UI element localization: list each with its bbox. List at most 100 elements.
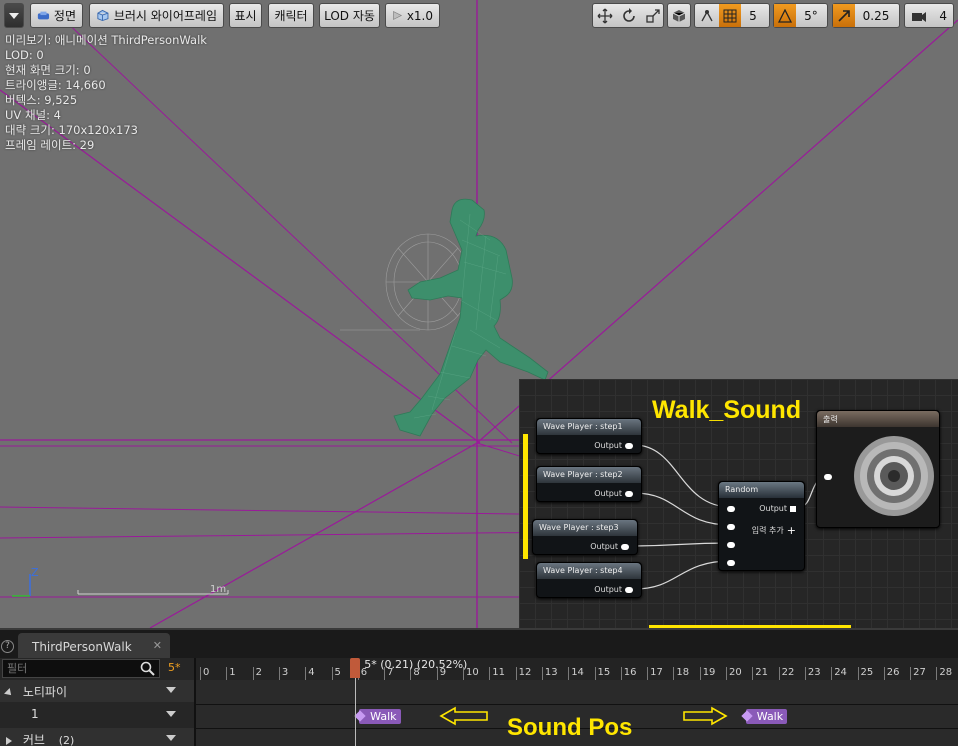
wave-player-node[interactable]: Wave Player : step1 Output [536, 418, 642, 454]
arrow-left-icon [439, 706, 488, 726]
close-icon[interactable]: ✕ [153, 639, 162, 652]
dropdown-arrow-icon[interactable] [166, 711, 176, 717]
pin-icon [621, 543, 629, 550]
scale-snap-dropdown[interactable]: 0.25 [855, 4, 897, 27]
front-view-button[interactable]: 정면 [30, 3, 83, 28]
input-pin-icon[interactable] [727, 542, 735, 548]
notify-track-row[interactable]: 1 [0, 704, 194, 726]
input-pin-icon[interactable] [727, 506, 735, 512]
ruler-label: 20 [729, 667, 742, 678]
ruler-label: 14 [571, 667, 584, 678]
output-pin-label: Output [594, 441, 622, 450]
ruler-tick [804, 667, 806, 680]
node-output-pin[interactable]: Output [590, 542, 629, 551]
scale-arrow-icon [838, 9, 850, 22]
add-input-pin[interactable]: 입력 추가 + [752, 524, 796, 537]
graph-annotation-title: Walk_Sound [652, 396, 802, 424]
input-pin-icon[interactable] [727, 524, 735, 530]
character-menu-button[interactable]: 캐릭터 [268, 3, 314, 28]
output-node[interactable]: 출력 [816, 410, 940, 528]
wave-player-node[interactable]: Wave Player : step4 Output [536, 562, 642, 598]
ruler-tick [857, 667, 859, 680]
ruler-tick [752, 667, 754, 680]
node-output-pin[interactable]: Output [594, 585, 633, 594]
notify-marker[interactable]: Walk [745, 709, 788, 724]
ruler-tick [726, 667, 727, 680]
curves-count: (2) [58, 734, 75, 746]
ruler-label: 22 [781, 667, 795, 678]
ruler-label: 18 [676, 667, 690, 678]
node-title: Random [719, 482, 804, 498]
ruler-label: 1 [229, 667, 236, 678]
sound-pos-annotation: Sound Pos [507, 714, 633, 741]
ruler-label: 27 [913, 667, 926, 678]
ruler-tick [647, 667, 649, 680]
camera-speed-button[interactable]: 4 [904, 3, 954, 28]
rotate-tool[interactable] [617, 4, 641, 27]
coordinate-system-button[interactable] [667, 3, 691, 28]
ruler-label: 13 [544, 667, 558, 678]
tab-third-person-walk[interactable]: ThirdPersonWalk ✕ [18, 633, 170, 660]
cube-icon [672, 9, 686, 22]
node-output-pin[interactable]: Output [594, 441, 633, 450]
ruler-tick [331, 667, 333, 680]
translate-icon [597, 8, 613, 23]
add-input-label: 입력 추가 [751, 526, 784, 535]
random-output-pin[interactable]: Output [759, 504, 796, 513]
stat-line: 버텍스: 9,525 [5, 93, 78, 107]
scale-snap-group: 0.25 [832, 3, 900, 28]
ruler-tick [936, 667, 938, 680]
notifies-track-header[interactable]: 노티파이 [0, 680, 194, 702]
input-pin-icon[interactable] [824, 474, 832, 480]
stat-line: LOD: 0 [5, 48, 44, 62]
wave-player-node[interactable]: Wave Player : step3 Output [532, 519, 638, 555]
transform-tools-group [592, 3, 664, 28]
ruler-label: 23 [807, 667, 821, 678]
grid-snap-toggle[interactable] [719, 4, 741, 27]
node-output-pin[interactable]: Output [594, 489, 633, 498]
rotation-snap-dropdown[interactable]: 5° [796, 4, 826, 27]
help-icon[interactable]: ? [1, 640, 14, 653]
output-pin-label: Output [590, 542, 618, 551]
show-menu-button[interactable]: 표시 [229, 3, 262, 28]
filter-input[interactable] [2, 659, 160, 678]
translate-tool[interactable] [593, 4, 617, 27]
notify-marker[interactable]: Walk [359, 709, 401, 724]
frame-ruler[interactable]: 0 1 2 3 4 5 6 7 8 9 10 11 12 13 14 15 16 17 18 19 20 21 22 23 24… [196, 658, 958, 680]
ruler-label: 12 [518, 667, 532, 678]
ruler-label: 2 [255, 667, 262, 678]
curves-track-header[interactable]: 커브 (2) [0, 728, 194, 746]
collapse-triangle-icon [6, 737, 12, 745]
ruler-label: 15 [597, 667, 611, 678]
scale-tool[interactable] [641, 4, 665, 27]
playhead-marker[interactable] [350, 658, 361, 678]
camera-speed-value: 4 [939, 8, 947, 23]
grid-size-value: 5 [749, 8, 757, 23]
brush-wireframe-button[interactable]: 브러시 와이어프레임 [89, 3, 224, 28]
grid-size-dropdown[interactable]: 5 [741, 4, 765, 27]
ruler-label: 28 [939, 667, 953, 678]
playback-speed-button[interactable]: x1.0 [385, 3, 440, 28]
surface-snap-toggle[interactable] [695, 4, 719, 27]
stat-line: 미리보기: 애니메이션 ThirdPersonWalk [5, 33, 207, 47]
ruler-label: 10 [466, 667, 479, 678]
current-frame-badge: 5* [168, 661, 181, 674]
dropdown-arrow-icon[interactable] [166, 735, 176, 741]
scale-snap-toggle[interactable] [833, 4, 855, 27]
viewport-options-button[interactable] [4, 3, 24, 28]
sound-cue-graph[interactable]: Walk_Sound Wave Player : step1 Output Wa… [519, 379, 958, 628]
surface-snap-icon [701, 9, 713, 21]
input-pin-icon[interactable] [727, 560, 735, 566]
grid-snap-group: 5 [694, 3, 770, 28]
timeline-track-area[interactable]: 0 1 2 3 4 5 6 7 8 9 10 11 12 13 14 15 16 17 18 19 20 21 22 23 24… [194, 658, 958, 746]
rotation-snap-toggle[interactable] [774, 4, 796, 27]
random-node[interactable]: Random Output 입력 추가 + [718, 481, 805, 571]
stat-line: UV 채널: 4 [5, 108, 61, 122]
lod-menu-button[interactable]: LOD 자동 [319, 3, 380, 28]
dropdown-arrow-icon[interactable] [166, 687, 176, 693]
row-divider [196, 704, 958, 705]
search-icon[interactable] [140, 661, 155, 676]
ruler-label: 11 [492, 667, 506, 678]
stat-line: 트라이앵글: 14,660 [5, 78, 106, 92]
wave-player-node[interactable]: Wave Player : step2 Output [536, 466, 642, 502]
